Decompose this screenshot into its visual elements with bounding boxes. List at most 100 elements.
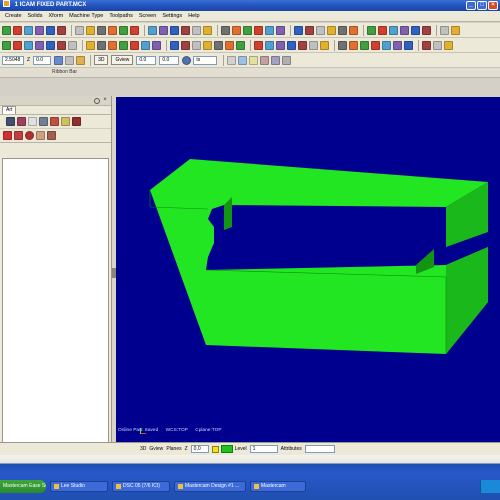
drill-icon[interactable] [181,40,190,50]
layer-icon[interactable] [76,55,86,65]
paste-icon[interactable] [97,25,106,35]
solid-extrude-icon[interactable] [360,40,369,50]
zoom-icon[interactable] [108,25,117,35]
trim-icon[interactable] [287,40,296,50]
fit-icon[interactable] [130,25,139,35]
status-z-field[interactable]: 0.0 [190,445,209,453]
fillet-icon[interactable] [276,40,285,50]
print-icon[interactable] [35,25,44,35]
level-color-icon[interactable] [220,445,233,453]
wireframe-icon[interactable] [170,25,179,35]
down-arrow-icon[interactable] [14,131,23,140]
delete-icon[interactable] [422,25,431,35]
new-icon[interactable] [2,25,11,35]
value-field-1[interactable]: 0.0 [136,55,157,65]
status-gview[interactable]: Gview [149,446,163,452]
task-item[interactable]: DSC 05 (7/6 ICI) [112,481,170,492]
undo-icon[interactable] [265,25,274,35]
z-depth-field[interactable]: 0.0 [33,55,52,65]
graphics-viewport[interactable]: Online Part: Saved WCS:TOP Cplane:TOP [116,97,500,442]
highfeed-icon[interactable] [61,117,70,126]
menu-toolpaths[interactable]: Toolpaths [106,13,136,19]
line-icon[interactable] [225,40,234,50]
surface-icon[interactable] [349,40,358,50]
grid-icon[interactable] [65,55,75,65]
solid-icon[interactable] [181,25,190,35]
filter-icon[interactable] [249,55,259,65]
menu-create[interactable]: Create [2,13,25,19]
solid-icon[interactable] [400,25,409,35]
up-arrow-icon[interactable] [3,131,12,140]
analyze-icon[interactable] [411,25,420,35]
status-attributes[interactable]: Attributes [281,446,302,452]
verify-icon[interactable] [39,117,48,126]
save-icon[interactable] [24,25,33,35]
delete-icon[interactable] [203,25,212,35]
menu-help[interactable]: Help [185,13,202,19]
new-icon[interactable] [221,25,230,35]
maximize-button[interactable]: □ [477,1,487,10]
color-swatch-icon[interactable] [211,445,219,453]
save-icon[interactable] [243,25,252,35]
arc-icon[interactable] [24,40,33,50]
xform-icon[interactable] [338,40,347,50]
surface-icon[interactable] [130,40,139,50]
operations-tree[interactable] [2,158,109,452]
rotate-icon[interactable] [148,25,157,35]
select-icon[interactable] [238,55,248,65]
arc-icon[interactable] [236,40,245,50]
mask-icon[interactable] [260,55,270,65]
tab-art[interactable]: Art [2,106,17,114]
mirror-icon[interactable] [320,40,329,50]
delete-icon[interactable] [72,117,81,126]
3d-button[interactable]: 3D [94,55,109,65]
chain-icon[interactable] [271,55,281,65]
shade-icon[interactable] [159,25,168,35]
cut-icon[interactable] [294,25,303,35]
task-item[interactable]: Mastercam [250,481,306,492]
rectangle-icon[interactable] [254,40,263,50]
analyze-icon[interactable] [192,25,201,35]
menu-machine-type[interactable]: Machine Type [66,13,106,19]
fit-icon[interactable] [349,25,358,35]
shade-icon[interactable] [378,25,387,35]
undo-icon[interactable] [46,25,55,35]
panel-close-button[interactable]: × [101,97,109,104]
menu-xform[interactable]: Xform [46,13,67,19]
chamfer-icon[interactable] [46,40,55,50]
open-icon[interactable] [232,25,241,35]
chamfer-icon[interactable] [265,40,274,50]
break-icon[interactable] [298,40,307,50]
color-icon[interactable] [182,55,192,65]
zoom-icon[interactable] [327,25,336,35]
menu-solids[interactable]: Solids [25,13,46,19]
lock-icon[interactable] [25,131,34,140]
toggle-display-icon[interactable] [36,131,45,140]
paste-icon[interactable] [316,25,325,35]
window-select-icon[interactable] [282,55,292,65]
post-toggle-icon[interactable] [47,131,56,140]
start-button[interactable]: Mastercam Ease Search [0,480,46,493]
contour-icon[interactable] [192,40,201,50]
view-icon[interactable] [54,55,64,65]
point-icon[interactable] [2,40,11,50]
xform-icon[interactable] [119,40,128,50]
solid-revolve-icon[interactable] [152,40,161,50]
toolpath-icon[interactable] [170,40,179,50]
solid-revolve-icon[interactable] [371,40,380,50]
point-icon[interactable] [433,40,442,50]
redo-icon[interactable] [57,25,66,35]
open-icon[interactable] [451,25,460,35]
redo-icon[interactable] [276,25,285,35]
pan-icon[interactable] [119,25,128,35]
line-icon[interactable] [13,40,22,50]
wireframe-icon[interactable] [389,25,398,35]
line-icon[interactable] [444,40,453,50]
drill-icon[interactable] [393,40,402,50]
backplot-icon[interactable] [28,117,37,126]
mirror-icon[interactable] [108,40,117,50]
fillet-icon[interactable] [57,40,66,50]
coordinate-field[interactable]: 2.5048 [2,55,24,65]
select-all-icon[interactable] [6,117,15,126]
pocket-icon[interactable] [422,40,431,50]
